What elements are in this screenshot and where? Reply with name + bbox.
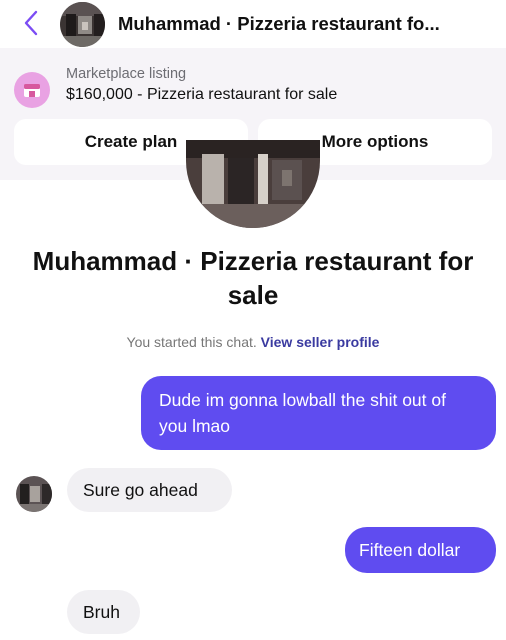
seller-profile-photo	[186, 140, 320, 228]
chat-header: Muhammad · Pizzeria restaurant fo...	[0, 0, 506, 48]
view-seller-profile-link[interactable]: View seller profile	[261, 334, 380, 350]
storefront-icon	[14, 72, 50, 108]
chat-started-note: You started this chat. View seller profi…	[0, 334, 506, 350]
seller-avatar[interactable]	[60, 2, 105, 47]
message-bubble-outgoing[interactable]: Fifteen dollar	[345, 527, 496, 573]
listing-label: Marketplace listing	[66, 66, 187, 82]
started-text: You started this chat.	[126, 334, 257, 350]
message-bubble-incoming[interactable]: Sure go ahead	[67, 468, 232, 512]
message-bubble-outgoing[interactable]: Dude im gonna lowball the shit out of yo…	[141, 376, 496, 450]
conversation-title: Muhammad · Pizzeria restaurant for sale	[32, 246, 474, 310]
seller-avatar-small[interactable]	[16, 476, 52, 512]
message-bubble-incoming[interactable]: Bruh	[67, 590, 140, 634]
chevron-left-icon	[24, 10, 38, 36]
listing-title[interactable]: $160,000 - Pizzeria restaurant for sale	[66, 86, 337, 104]
back-button[interactable]	[20, 9, 42, 37]
header-title[interactable]: Muhammad · Pizzeria restaurant fo...	[118, 13, 440, 35]
